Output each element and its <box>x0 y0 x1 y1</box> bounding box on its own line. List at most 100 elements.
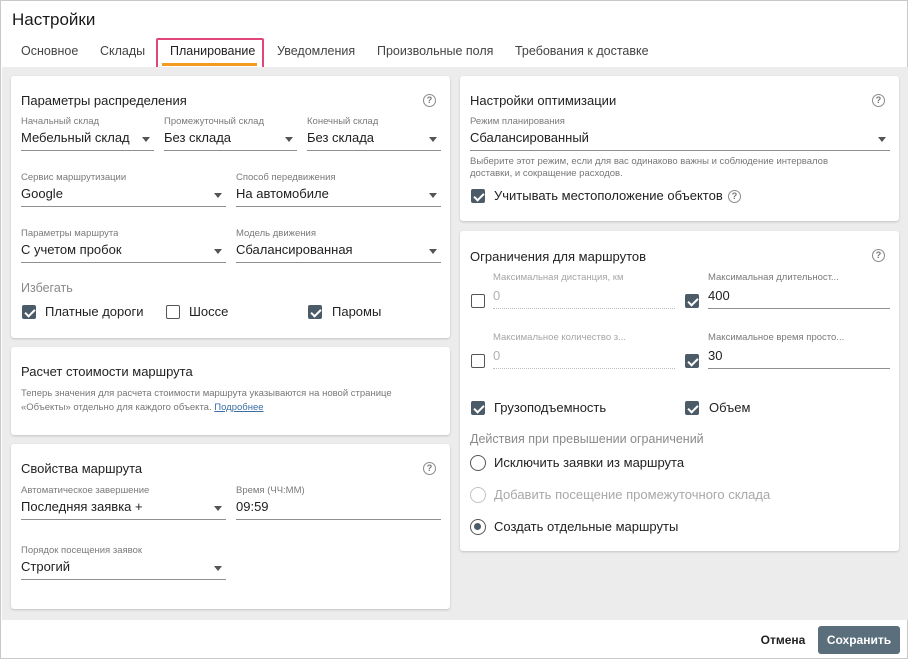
limits-card: Ограничения для маршрутов ? Максимальная… <box>460 231 899 551</box>
time-value: 09:59 <box>236 499 269 514</box>
time-label: Время (ЧЧ:ММ) <box>236 485 305 496</box>
help-icon[interactable]: ? <box>423 94 436 107</box>
route-params-select[interactable]: С учетом пробок <box>21 239 226 263</box>
tab-custom-fields[interactable]: Произвольные поля <box>377 44 493 58</box>
start-warehouse-label: Начальный склад <box>21 116 100 127</box>
capacity-checkbox[interactable] <box>471 401 485 415</box>
max-idle-input[interactable]: 30 <box>708 345 890 369</box>
optimization-card: Настройки оптимизации ? Режим планирован… <box>460 76 899 221</box>
chevron-down-icon <box>142 137 150 142</box>
max-count-label: Максимальное количество з... <box>493 332 627 343</box>
max-duration-input[interactable]: 400 <box>708 285 890 309</box>
tab-bar: Основное Склады Планирование Уведомления… <box>1 37 907 71</box>
save-button[interactable]: Сохранить <box>818 626 900 654</box>
cost-text: Теперь значения для расчета стоимости ма… <box>21 388 392 413</box>
consider-location-label: Учитывать местоположение объектов <box>494 188 723 203</box>
chevron-down-icon <box>214 193 222 198</box>
help-icon[interactable]: ? <box>423 462 436 475</box>
ferries-checkbox[interactable] <box>308 305 322 319</box>
auto-complete-label: Автоматическое завершение <box>21 485 150 496</box>
consider-location-checkbox[interactable] <box>471 189 485 203</box>
more-link[interactable]: Подробнее <box>214 402 263 413</box>
cost-title: Расчет стоимости маршрута <box>21 364 193 379</box>
end-warehouse-value: Без склада <box>307 130 375 145</box>
max-idle-checkbox[interactable] <box>685 354 699 368</box>
transport-mode-value: На автомобиле <box>236 186 329 201</box>
max-duration-checkbox[interactable] <box>685 294 699 308</box>
help-icon[interactable]: ? <box>872 94 885 107</box>
help-icon[interactable]: ? <box>728 190 741 203</box>
visit-order-value: Строгий <box>21 559 71 574</box>
transport-mode-select[interactable]: На автомобиле <box>236 183 441 207</box>
time-input[interactable]: 09:59 <box>236 496 441 520</box>
optimization-title: Настройки оптимизации <box>470 93 617 108</box>
movement-model-label: Модель движения <box>236 228 316 239</box>
intermediate-warehouse-select[interactable]: Без склада <box>164 127 297 151</box>
planning-mode-select[interactable]: Сбалансированный <box>470 127 890 151</box>
tab-delivery-requirements[interactable]: Требования к доставке <box>515 44 649 58</box>
action-separate-routes-label: Создать отдельные маршруты <box>494 519 679 534</box>
end-warehouse-label: Конечный склад <box>307 116 379 127</box>
max-idle-value: 30 <box>708 348 723 363</box>
tab-notifications[interactable]: Уведомления <box>277 44 355 58</box>
max-count-value: 0 <box>493 348 501 363</box>
limits-title: Ограничения для маршрутов <box>470 249 647 264</box>
volume-label: Объем <box>709 400 751 415</box>
window-title: Настройки <box>12 10 96 29</box>
settings-window: Настройки Основное Склады Планирование У… <box>0 0 908 659</box>
action-separate-routes-radio[interactable] <box>470 519 486 535</box>
max-distance-checkbox[interactable] <box>471 294 485 308</box>
chevron-down-icon <box>214 566 222 571</box>
route-params-label: Параметры маршрута <box>21 228 119 239</box>
chevron-down-icon <box>214 506 222 511</box>
max-distance-label: Максимальная дистанция, км <box>493 272 624 283</box>
chevron-down-icon <box>429 193 437 198</box>
start-warehouse-select[interactable]: Мебельный склад <box>21 127 154 151</box>
distribution-title: Параметры распределения <box>21 93 187 108</box>
distribution-card: Параметры распределения ? Начальный скла… <box>11 76 450 338</box>
cancel-button[interactable]: Отмена <box>753 628 813 652</box>
highways-label: Шоссе <box>189 304 229 319</box>
limit-actions-title: Действия при превышении ограничений <box>470 432 704 446</box>
auto-complete-select[interactable]: Последняя заявка + <box>21 496 226 520</box>
chevron-down-icon <box>429 249 437 254</box>
volume-checkbox[interactable] <box>685 401 699 415</box>
route-props-card: Свойства маршрута ? Автоматическое завер… <box>11 444 450 609</box>
planning-mode-hint: Выберите этот режим, если для вас одинак… <box>470 156 829 179</box>
max-distance-value: 0 <box>493 288 501 303</box>
ferries-label: Паромы <box>332 304 382 319</box>
content-area: Параметры распределения ? Начальный скла… <box>2 67 908 620</box>
route-props-title: Свойства маршрута <box>21 461 143 476</box>
cost-card: Расчет стоимости маршрута Теперь значени… <box>11 347 450 435</box>
max-count-checkbox[interactable] <box>471 354 485 368</box>
end-warehouse-select[interactable]: Без склада <box>307 127 441 151</box>
toll-roads-label: Платные дороги <box>45 304 144 319</box>
max-count-input[interactable]: 0 <box>493 345 675 369</box>
chevron-down-icon <box>429 137 437 142</box>
max-idle-label: Максимальное время просто... <box>708 332 845 343</box>
max-distance-input[interactable]: 0 <box>493 285 675 309</box>
chevron-down-icon <box>878 137 886 142</box>
movement-model-select[interactable]: Сбалансированная <box>236 239 441 263</box>
max-duration-value: 400 <box>708 288 730 303</box>
action-add-warehouse-radio[interactable] <box>470 487 486 503</box>
highways-checkbox[interactable] <box>166 305 180 319</box>
toll-roads-checkbox[interactable] <box>22 305 36 319</box>
action-exclude-radio[interactable] <box>470 455 486 471</box>
visit-order-select[interactable]: Строгий <box>21 556 226 580</box>
action-add-warehouse-label: Добавить посещение промежуточного склада <box>494 487 771 502</box>
chevron-down-icon <box>214 249 222 254</box>
visit-order-label: Порядок посещения заявок <box>21 545 143 556</box>
tab-warehouses[interactable]: Склады <box>100 44 145 58</box>
active-tab-underline <box>162 63 257 66</box>
max-duration-label: Максимальная длительност... <box>708 272 839 283</box>
intermediate-warehouse-label: Промежуточный склад <box>164 116 264 127</box>
route-params-value: С учетом пробок <box>21 242 122 257</box>
auto-complete-value: Последняя заявка + <box>21 499 143 514</box>
routing-service-label: Сервис маршрутизации <box>21 172 127 183</box>
action-exclude-label: Исключить заявки из маршрута <box>494 455 685 470</box>
help-icon[interactable]: ? <box>872 249 885 262</box>
tab-general[interactable]: Основное <box>21 44 78 58</box>
routing-service-select[interactable]: Google <box>21 183 226 207</box>
tab-planning[interactable]: Планирование <box>170 44 255 58</box>
